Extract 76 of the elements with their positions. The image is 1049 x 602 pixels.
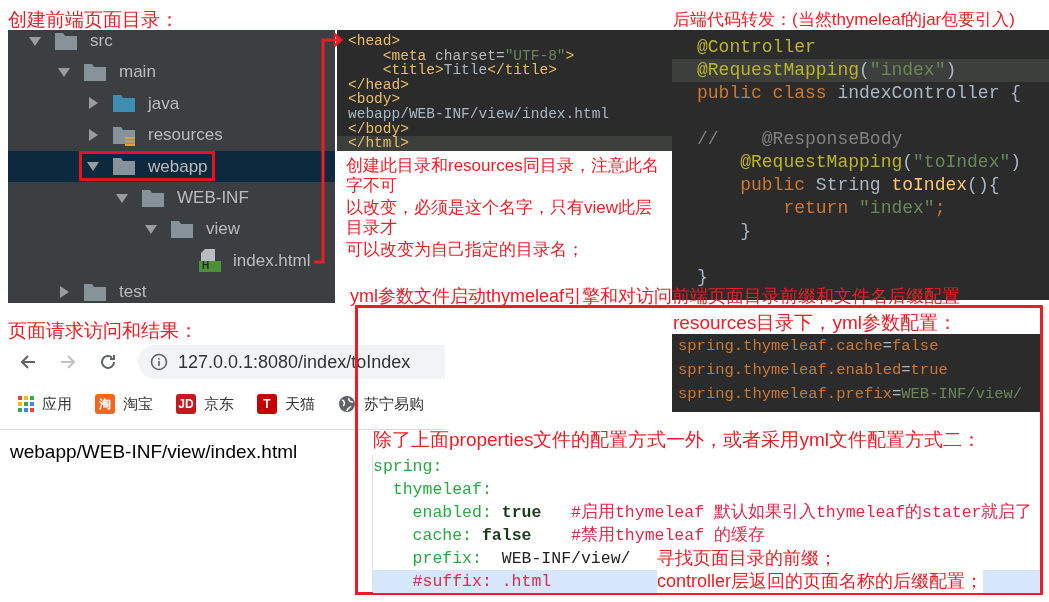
- code-line: <head>: [347, 34, 402, 49]
- code-line: @Controller: [696, 36, 817, 59]
- code-line: spring.thymeleaf.enabled=true: [678, 360, 949, 381]
- code-line: cache: false #禁用thymeleaf 的缓存: [411, 525, 766, 547]
- tree-item-label: src: [90, 30, 113, 52]
- page-body-text: webapp/WEB-INF/view/index.html: [10, 440, 298, 464]
- code-line: </head>: [347, 77, 410, 93]
- tree-row[interactable]: WEB-INF: [8, 181, 335, 214]
- code-line: }: [739, 220, 752, 243]
- code-line: thymeleaf:: [391, 479, 493, 501]
- code-line: spring.thymeleaf.cache=false: [678, 336, 940, 357]
- code-line: }: [696, 266, 709, 287]
- globe-icon: [338, 395, 356, 413]
- bookmark[interactable]: T 天猫: [257, 392, 315, 416]
- code-line: spring:: [373, 456, 444, 478]
- bookmark-label: 苏宁易购: [364, 393, 424, 414]
- code-line: <body>: [347, 92, 401, 107]
- bookmark[interactable]: JD 京东: [176, 392, 234, 416]
- bookmark[interactable]: 苏宁易购: [338, 392, 424, 416]
- bookmark[interactable]: 淘 淘宝: [95, 392, 153, 416]
- site-logo-icon: JD: [176, 394, 196, 414]
- tree-row[interactable]: resources: [8, 119, 335, 151]
- tree-item-label: java: [148, 92, 180, 115]
- tree-item-label: test: [119, 281, 147, 303]
- code-line: <meta charset="UTF-8">: [381, 48, 576, 64]
- code-line: public String toIndex(){: [739, 174, 1001, 197]
- annotation-note: 以改变，必须是这个名字，只有view此层目录才: [346, 198, 653, 238]
- annotation-note: 可以改变为自己指定的目录名；: [346, 240, 585, 260]
- collapsed-arrow-icon[interactable]: [57, 284, 71, 299]
- tree-row[interactable]: test: [8, 276, 335, 303]
- code-line: prefix: WEB-INF/view/ 寻找页面目录的前缀；: [411, 547, 838, 570]
- site-logo-icon: T: [257, 394, 277, 414]
- apps-grid-icon: [18, 396, 34, 412]
- code-line: public class indexController {: [696, 82, 1023, 105]
- tree-item-label: index.html: [233, 249, 311, 272]
- code-line: @RequestMapping("toIndex"): [739, 151, 1023, 174]
- section-heading: 除了上面properties文件的配置方式一外，或者采用yml文件配置方式二：: [373, 428, 982, 452]
- tree-row[interactable]: src: [8, 30, 335, 57]
- section-heading: 后端代码转发：(当然thymeleaf的jar包要引入): [673, 9, 1015, 31]
- folder-icon: [112, 92, 136, 115]
- tree-item-label: webapp: [148, 155, 208, 178]
- section-heading: 创建前端页面目录：: [8, 8, 179, 32]
- folder-icon: [170, 218, 194, 241]
- tree-item-label: resources: [148, 124, 223, 147]
- code-line: return "index";: [782, 197, 947, 220]
- tree-row[interactable]: webapp: [8, 150, 335, 182]
- section-heading: resources目录下，yml参数配置：: [673, 311, 957, 335]
- reload-icon[interactable]: [98, 352, 118, 372]
- code-line: spring.thymeleaf.prefix=WEB-INF/view/: [678, 384, 1024, 405]
- tree-item-label: view: [206, 218, 240, 241]
- code-line: enabled: true #启用thymeleaf 默认如果引入thymeleaf的stater就启了: [411, 501, 1034, 524]
- tree-item-label: main: [119, 61, 156, 84]
- tree-row[interactable]: java: [8, 87, 335, 120]
- collapsed-arrow-icon[interactable]: [86, 127, 100, 142]
- code-line: </body>: [347, 121, 409, 137]
- annotation-note: 创建此目录和resources同目录，注意此名字不可: [346, 156, 660, 196]
- tree-item-label: WEB-INF: [177, 186, 249, 209]
- code-line: // @ResponseBody: [696, 128, 904, 151]
- folder-icon: [54, 30, 78, 52]
- bookmark-label: 京东: [204, 393, 234, 414]
- annotation-note: controller层返回的页面名称的后缀配置；: [657, 570, 984, 593]
- bookmark[interactable]: 应用: [18, 392, 72, 416]
- tree-row[interactable]: H index.html: [8, 244, 335, 277]
- tree-row[interactable]: view: [8, 213, 335, 245]
- folder-icon: [112, 155, 136, 178]
- folder-icon: [83, 61, 107, 84]
- code-line: webapp/WEB-INF/view/index.html: [347, 106, 611, 122]
- site-logo-icon: 淘: [95, 394, 115, 414]
- tree-row[interactable]: main: [8, 56, 335, 88]
- bookmark-label: 天猫: [285, 393, 315, 414]
- section-heading: 页面请求访问和结果：: [8, 319, 198, 343]
- bookmark-label: 应用: [42, 393, 72, 414]
- bookmark-label: 淘宝: [123, 393, 153, 414]
- code-line: <title>Title</title>: [382, 63, 558, 78]
- info-icon: [150, 353, 168, 371]
- collapsed-arrow-icon[interactable]: [86, 96, 100, 111]
